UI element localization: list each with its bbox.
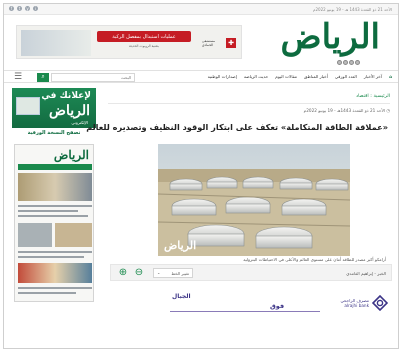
article-photo[interactable]: الرياض: [158, 144, 350, 256]
search-button[interactable]: ⌕: [37, 73, 49, 82]
site-logo[interactable]: الرياض: [281, 17, 381, 57]
current-date: الأحد 21 ذو القعدة 1443 هـ - 19 يونيو 20…: [313, 7, 392, 12]
breadcrumb-home[interactable]: الرئيسية: [373, 94, 390, 99]
search-input[interactable]: [51, 73, 135, 82]
nav-item-print-edition[interactable]: العدد الورقي: [335, 74, 357, 79]
youtube-icon[interactable]: y: [25, 6, 30, 11]
zoom-out-icon[interactable]: ⊖: [133, 267, 145, 279]
ad-subtitle: بتقنية الروبوت الحديثة: [129, 44, 159, 48]
ad-brand-logo: مستشفى الحمادي ✚: [200, 33, 238, 53]
breadcrumb: الرئيسية : اقتصاد: [355, 94, 390, 99]
chevron-down-icon: ⌄: [157, 270, 161, 275]
bank-logo: مصرف الراجحي alrajhi bank: [332, 295, 388, 315]
nav-items: ⌂ آخر الأخبار العدد الورقي أخبار المناطق…: [208, 74, 392, 79]
print-edition-title[interactable]: تصفح النسخة الورقية: [12, 130, 96, 136]
home-icon[interactable]: ⌂: [389, 74, 392, 79]
search-icon: ⌕: [41, 74, 45, 80]
sponsor-text-bottom: فوق: [270, 302, 285, 310]
font-select-label: تغيير الخط: [171, 271, 189, 276]
header-ad-banner[interactable]: عمليات استبدال بمفصل الركبة بتقنية الروب…: [16, 25, 242, 59]
top-bar: f t y i الأحد 21 ذو القعدة 1443 هـ - 19 …: [4, 4, 398, 15]
ad-title: عمليات استبدال بمفصل الركبة: [97, 31, 191, 42]
social-links: f t y i: [9, 6, 38, 11]
sponsor-text-top: الجبال: [172, 293, 191, 300]
instagram-icon[interactable]: i: [33, 6, 38, 11]
ad-image: [21, 30, 91, 56]
ad-brand-name: مستشفى الحمادي: [202, 39, 216, 47]
laptop-icon: [16, 97, 40, 115]
article-headline: «عملاقة الطاقة المتكاملة» تعكف على ابتكا…: [86, 122, 388, 132]
plus-icon: ✚: [226, 38, 236, 48]
nav-item-todays-articles[interactable]: مقالات اليوم: [275, 74, 297, 79]
paper-masthead: الرياض: [53, 148, 89, 162]
nav-item-latest[interactable]: آخر الأخبار: [364, 74, 382, 79]
logo-rings: [337, 60, 360, 65]
main-nav: ⌂ آخر الأخبار العدد الورقي أخبار المناطق…: [4, 70, 398, 83]
nav-item-regions[interactable]: أخبار المناطق: [304, 74, 328, 79]
facebook-icon[interactable]: f: [9, 6, 14, 11]
font-size-select[interactable]: تغيير الخط ⌄: [153, 268, 193, 278]
nav-item-publications[interactable]: إصدارات الوطنية: [208, 74, 237, 79]
clock-icon: ◷: [385, 108, 390, 113]
alrajhi-logo-icon: [372, 295, 388, 311]
photo-watermark: الرياض: [164, 239, 197, 252]
article-byline: الخبر - إبراهيم الغامدي: [346, 271, 386, 276]
sponsor-ad[interactable]: الجبال فوق مصرف الراجحي alrajhi bank: [110, 286, 392, 328]
nav-item-sports[interactable]: حديث الرياضة: [244, 74, 268, 79]
breadcrumb-section[interactable]: اقتصاد: [356, 94, 369, 99]
print-edition-thumbnail[interactable]: الرياض: [14, 144, 94, 302]
sidebar-ad-line2: الرياض: [49, 103, 90, 119]
zoom-in-icon[interactable]: ⊕: [117, 267, 129, 279]
sidebar-ad-line1: لإعلانك في: [41, 91, 91, 101]
browser-page: f t y i الأحد 21 ذو القعدة 1443 هـ - 19 …: [3, 3, 399, 349]
bank-name-en: alrajhi bank: [344, 303, 369, 308]
hamburger-icon[interactable]: ☰: [12, 73, 24, 82]
twitter-icon[interactable]: t: [17, 6, 22, 11]
article-toolbar: ⊕ ⊖ تغيير الخط ⌄ الخبر - إبراهيم الغامدي: [110, 264, 392, 281]
sidebar-ad[interactable]: لإعلانك في الرياض الإلكتروني: [12, 88, 96, 128]
photo-caption: أرامكو أكبر مصدر للطاقة أمان على مستوى ا…: [243, 257, 386, 262]
article-date: ◷ الأحد 21 ذو القعدة 1443هـ - 19 يونيو 2…: [303, 108, 390, 113]
